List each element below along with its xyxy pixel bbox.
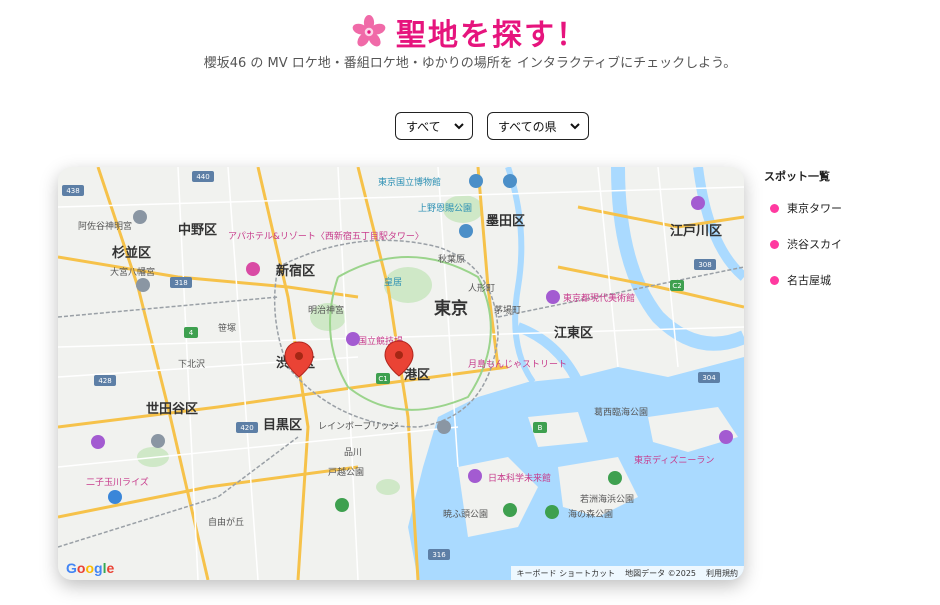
map[interactable]: 中野区 杉並区 新宿区 渋谷区 港区 目黒区 世田谷区 墨田区 江東区 江戸川区… xyxy=(58,167,744,580)
map-label-rainbow: レインボーブリッジ xyxy=(318,420,398,432)
map-label-tokyo: 東京 xyxy=(434,298,468,319)
chevron-down-icon xyxy=(570,123,580,130)
map-label-umi: 海の森公園 xyxy=(568,508,613,520)
map-label-suginami: 杉並区 xyxy=(112,245,151,261)
route-shield: 304 xyxy=(702,374,716,382)
map-label-omiya: 大宮八幡宮 xyxy=(110,266,155,278)
map-label-disney: 東京ディズニーラン xyxy=(634,454,714,466)
map-label-shinagawa: 品川 xyxy=(344,447,362,458)
spot-item-label: 渋谷スカイ xyxy=(787,238,842,251)
google-logo[interactable]: Google xyxy=(66,560,114,576)
page-title: 聖地を探す！ xyxy=(396,18,588,53)
map-label-moca: 東京都現代美術館 xyxy=(563,292,635,304)
map-label-futako: 二子玉川ライズ xyxy=(86,476,149,488)
chevron-down-icon xyxy=(454,123,464,130)
map-label-setagaya: 世田谷区 xyxy=(146,401,198,417)
route-shield: 308 xyxy=(698,261,711,269)
map-label-koto: 江東区 xyxy=(554,325,593,341)
sakura-icon xyxy=(352,15,386,47)
route-shield: C2 xyxy=(672,282,681,290)
map-label-sumida: 墨田区 xyxy=(486,214,525,229)
map-data-credit: 地図データ ©2025 xyxy=(625,568,696,578)
map-label-jiyugaoka: 自由が丘 xyxy=(208,516,244,528)
map-canvas[interactable]: 中野区 杉並区 新宿区 渋谷区 港区 目黒区 世田谷区 墨田区 江東区 江戸川区… xyxy=(58,167,744,580)
map-label-monja: 月島もんじゃストリート xyxy=(468,358,567,370)
map-label-edogawa: 江戸川区 xyxy=(670,223,722,239)
category-select[interactable]: すべて xyxy=(395,112,473,140)
map-label-minato: 港区 xyxy=(404,367,430,383)
map-label-meiji: 明治神宮 xyxy=(308,304,344,316)
map-label-museum: 東京国立博物館 xyxy=(378,176,441,188)
route-shield: B xyxy=(538,424,543,432)
spot-list: スポット一覧 東京タワー 渋谷スカイ 名古屋城 xyxy=(764,168,934,306)
map-label-ningyocho: 人形町 xyxy=(468,282,495,294)
spot-list-title: スポット一覧 xyxy=(764,170,830,183)
terms-link[interactable]: 利用規約 xyxy=(706,568,738,579)
map-label-ueno: 上野恩賜公園 xyxy=(418,203,472,214)
route-shield: 420 xyxy=(240,424,253,432)
header: 聖地を探す！ xyxy=(0,10,940,54)
spot-item-nagoya-castle[interactable]: 名古屋城 xyxy=(764,270,934,290)
spot-dot-icon xyxy=(770,203,779,213)
map-label-sasazuka: 笹塚 xyxy=(218,322,236,334)
map-footer: キーボード ショートカット 地図データ ©2025 利用規約 xyxy=(510,566,744,580)
keyboard-shortcuts-link[interactable]: キーボード ショートカット xyxy=(517,568,616,579)
category-select-value: すべて xyxy=(406,119,441,134)
route-shield: C1 xyxy=(378,375,387,383)
spot-item-label: 東京タワー xyxy=(787,202,842,215)
map-label-asagaya: 阿佐谷神明宮 xyxy=(78,220,132,232)
map-label-shinjuku: 新宿区 xyxy=(276,263,315,279)
filters: すべて すべての県 xyxy=(0,112,940,140)
map-label-kasai: 葛西臨海公園 xyxy=(594,406,648,418)
map-label-kokyo: 皇居 xyxy=(384,276,402,288)
prefecture-select[interactable]: すべての県 xyxy=(487,112,589,140)
page-subtitle: 櫻坂46 の MV ロケ地・番組ロケ地・ゆかりの場所を インタラクティブにチェッ… xyxy=(203,56,737,71)
route-shield: 428 xyxy=(98,377,111,385)
route-shield: 438 xyxy=(66,187,79,195)
map-label-nakano: 中野区 xyxy=(178,222,217,238)
map-label-wakasu: 若洲海浜公園 xyxy=(580,493,634,505)
spot-item-shibuya-sky[interactable]: 渋谷スカイ xyxy=(764,234,934,254)
map-label-togoshi: 戸越公園 xyxy=(328,466,364,478)
spot-item-tokyo-tower[interactable]: 東京タワー xyxy=(764,198,934,218)
map-label-miraikan: 日本科学未来館 xyxy=(488,472,551,484)
map-label-shimokita: 下北沢 xyxy=(178,358,205,370)
map-label-apa: アパホテル&リゾート〈西新宿五丁目駅タワー〉 xyxy=(228,230,424,242)
page: 聖地を探す！ 櫻坂46 の MV ロケ地・番組ロケ地・ゆかりの場所を インタラク… xyxy=(0,0,940,605)
route-shield: 316 xyxy=(432,551,446,559)
spot-item-label: 名古屋城 xyxy=(787,274,831,287)
prefecture-select-value: すべての県 xyxy=(498,119,557,134)
spot-dot-icon xyxy=(770,239,779,249)
spot-dot-icon xyxy=(770,275,779,285)
route-shield: 318 xyxy=(174,279,187,287)
map-label-akihabara: 秋葉原 xyxy=(438,253,465,265)
route-shield: 4 xyxy=(189,329,194,337)
route-shield: 440 xyxy=(196,173,209,181)
map-label-sekaku: 暁ふ頭公園 xyxy=(443,509,488,520)
map-label-kayabacho: 茅場町 xyxy=(494,304,521,316)
map-label-meguro: 目黒区 xyxy=(263,417,302,433)
